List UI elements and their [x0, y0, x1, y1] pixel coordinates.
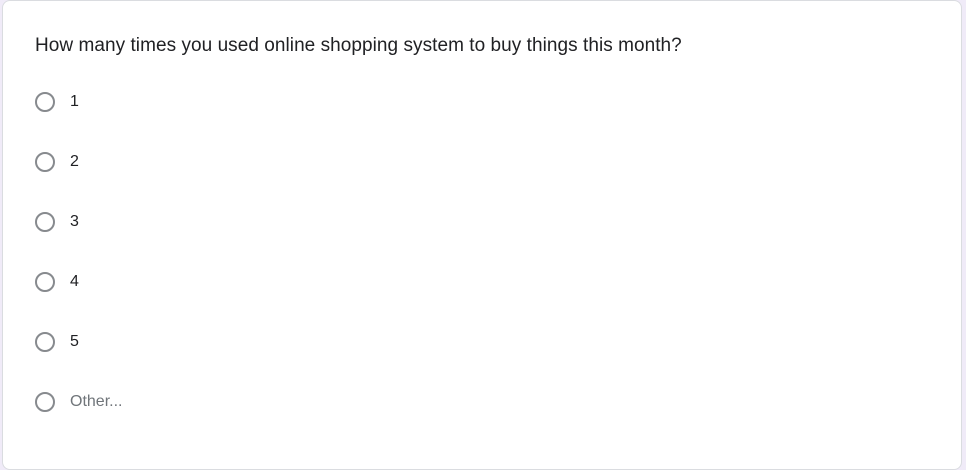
option-other[interactable]: Other... — [33, 387, 122, 417]
option-label: 5 — [70, 333, 79, 350]
question-card: How many times you used online shopping … — [2, 0, 962, 470]
option-label: 2 — [70, 153, 79, 170]
option-4[interactable]: 4 — [33, 267, 79, 297]
radio-circle-icon[interactable] — [35, 392, 55, 412]
option-label: 4 — [70, 273, 79, 290]
option-1[interactable]: 1 — [33, 87, 79, 117]
option-other-label: Other... — [70, 393, 123, 410]
radio-circle-icon[interactable] — [35, 212, 55, 232]
option-5[interactable]: 5 — [33, 327, 79, 357]
option-2[interactable]: 2 — [33, 147, 79, 177]
option-label: 1 — [70, 93, 79, 110]
option-label: 3 — [70, 213, 79, 230]
option-3[interactable]: 3 — [33, 207, 79, 237]
radio-circle-icon[interactable] — [35, 92, 55, 112]
radio-circle-icon[interactable] — [35, 332, 55, 352]
question-title: How many times you used online shopping … — [35, 35, 682, 56]
radio-circle-icon[interactable] — [35, 152, 55, 172]
radio-circle-icon[interactable] — [35, 272, 55, 292]
